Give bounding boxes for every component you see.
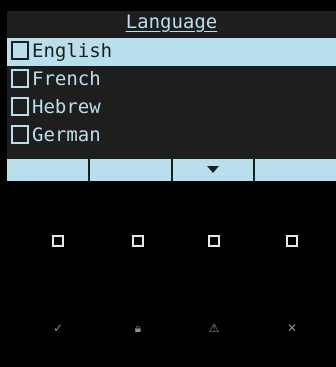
language-item-french[interactable]: French (7, 66, 336, 94)
language-item-german[interactable]: German (7, 122, 336, 150)
lock-button[interactable]: 🔒︎ (108, 303, 168, 353)
lcd-screen: Language English French Hebrew German (7, 11, 336, 181)
down-arrow-icon[interactable] (172, 159, 254, 181)
checkbox-icon[interactable] (11, 97, 29, 116)
close-button[interactable]: ✕ (262, 303, 322, 353)
softkey-4[interactable] (255, 159, 336, 181)
square-icon (132, 235, 144, 247)
checkbox-icon[interactable] (11, 69, 29, 88)
warning-button[interactable]: ⚠ (184, 303, 244, 353)
keypad-button-1[interactable] (28, 216, 88, 266)
language-item-english[interactable]: English (7, 38, 336, 66)
softkey-2[interactable] (89, 159, 171, 181)
language-item-hebrew[interactable]: Hebrew (7, 94, 336, 122)
screen-title-text: Language (125, 11, 218, 33)
language-label: Hebrew (32, 96, 101, 118)
warning-icon: ⚠ (208, 321, 220, 335)
checkbox-icon[interactable] (11, 125, 29, 144)
language-label: English (32, 40, 113, 62)
close-icon: ✕ (286, 321, 298, 335)
confirm-button[interactable]: ✓ (28, 303, 88, 353)
checkbox-icon[interactable] (11, 41, 29, 60)
square-icon (286, 235, 298, 247)
keypad: ✓ 🔒︎ ⚠ ✕ (0, 181, 336, 367)
square-icon (52, 235, 64, 247)
keypad-button-3[interactable] (184, 216, 244, 266)
device: Language English French Hebrew German ✓ … (0, 0, 336, 367)
softkey-1[interactable] (7, 159, 88, 181)
square-icon (208, 235, 220, 247)
language-list: English French Hebrew German (7, 38, 336, 150)
lock-icon: 🔒︎ (134, 320, 142, 335)
keypad-button-2[interactable] (108, 216, 168, 266)
softkey-bar (7, 159, 336, 181)
language-label: French (32, 68, 101, 90)
check-icon: ✓ (52, 321, 64, 335)
language-label: German (32, 124, 101, 146)
screen-title: Language (7, 11, 336, 34)
keypad-button-4[interactable] (262, 216, 322, 266)
